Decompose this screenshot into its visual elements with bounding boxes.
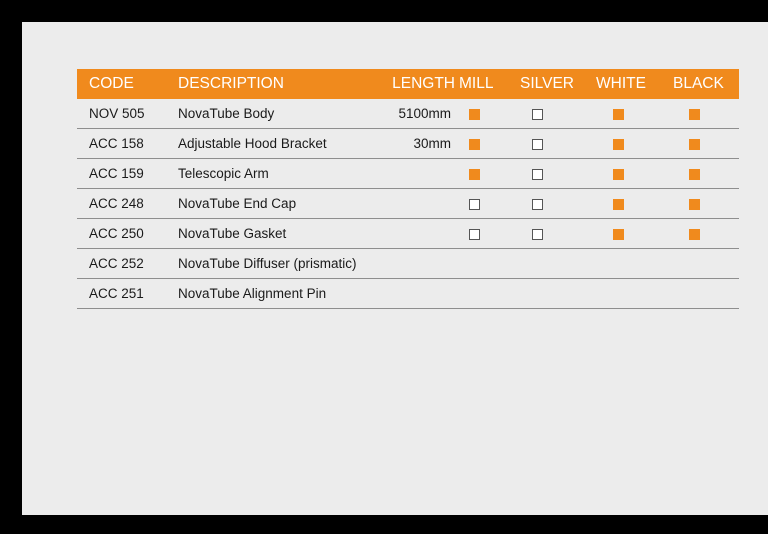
cell-description: Telescopic Arm [178, 158, 373, 189]
table-row: NOV 505 NovaTube Body 5100mm [77, 99, 739, 129]
available-square-icon [689, 198, 700, 210]
cell-length [373, 278, 457, 309]
cell-black [666, 188, 739, 219]
cell-white [592, 218, 666, 249]
table-row: ACC 159 Telescopic Arm [77, 158, 739, 189]
available-square-icon [469, 108, 480, 120]
header-black: BLACK [666, 69, 739, 99]
cell-description: NovaTube Alignment Pin [178, 278, 373, 309]
cell-length [373, 188, 457, 219]
header-description: DESCRIPTION [178, 69, 373, 99]
header-length: LENGTH [373, 69, 457, 99]
document-panel: CODE DESCRIPTION LENGTH MILL SILVER WHIT… [22, 22, 768, 515]
available-square-icon [613, 228, 624, 240]
table-header-row: CODE DESCRIPTION LENGTH MILL SILVER WHIT… [77, 69, 739, 99]
cell-silver [514, 248, 592, 279]
cell-silver [514, 188, 592, 219]
cell-white [592, 278, 666, 309]
available-square-icon [689, 138, 700, 150]
available-square-icon [613, 168, 624, 180]
product-spec-table: CODE DESCRIPTION LENGTH MILL SILVER WHIT… [77, 69, 739, 309]
unavailable-square-icon [532, 198, 543, 210]
cell-description: NovaTube End Cap [178, 188, 373, 219]
cell-code: ACC 159 [77, 158, 178, 189]
cell-code: ACC 250 [77, 218, 178, 249]
cell-silver [514, 278, 592, 309]
unavailable-square-icon [532, 168, 543, 180]
unavailable-square-icon [469, 198, 480, 210]
available-square-icon [689, 108, 700, 120]
cell-black [666, 158, 739, 189]
cell-length [373, 158, 457, 189]
cell-code: ACC 252 [77, 248, 178, 279]
cell-white [592, 158, 666, 189]
cell-description: NovaTube Diffuser (prismatic) [178, 248, 373, 279]
cell-mill [457, 188, 514, 219]
unavailable-square-icon [532, 108, 543, 120]
cell-white [592, 248, 666, 279]
cell-mill [457, 158, 514, 189]
cell-silver [514, 128, 592, 159]
cell-silver [514, 158, 592, 189]
cell-length [373, 218, 457, 249]
header-mill: MILL [457, 69, 514, 99]
table-row: ACC 252 NovaTube Diffuser (prismatic) [77, 248, 739, 279]
unavailable-square-icon [532, 228, 543, 240]
unavailable-square-icon [532, 138, 543, 150]
cell-black [666, 99, 739, 129]
cell-mill [457, 218, 514, 249]
header-white: WHITE [592, 69, 666, 99]
cell-mill [457, 278, 514, 309]
cell-black [666, 128, 739, 159]
cell-length [373, 248, 457, 279]
cell-description: Adjustable Hood Bracket [178, 128, 373, 159]
table-row: ACC 250 NovaTube Gasket [77, 218, 739, 249]
available-square-icon [613, 138, 624, 150]
table-body: NOV 505 NovaTube Body 5100mm ACC 158 Adjusta… [77, 99, 739, 309]
cell-black [666, 278, 739, 309]
cell-silver [514, 99, 592, 129]
cell-length: 30mm [373, 128, 457, 159]
cell-mill [457, 128, 514, 159]
available-square-icon [613, 108, 624, 120]
table-row: ACC 158 Adjustable Hood Bracket 30mm [77, 128, 739, 159]
cell-length: 5100mm [373, 99, 457, 129]
cell-white [592, 128, 666, 159]
cell-white [592, 99, 666, 129]
unavailable-square-icon [469, 228, 480, 240]
available-square-icon [469, 138, 480, 150]
cell-silver [514, 218, 592, 249]
cell-mill [457, 99, 514, 129]
available-square-icon [689, 168, 700, 180]
header-silver: SILVER [514, 69, 592, 99]
cell-code: NOV 505 [77, 99, 178, 129]
header-code: CODE [77, 69, 178, 99]
cell-white [592, 188, 666, 219]
cell-description: NovaTube Body [178, 99, 373, 129]
available-square-icon [469, 168, 480, 180]
cell-mill [457, 248, 514, 279]
available-square-icon [689, 228, 700, 240]
cell-code: ACC 251 [77, 278, 178, 309]
cell-code: ACC 248 [77, 188, 178, 219]
table-row: ACC 251 NovaTube Alignment Pin [77, 278, 739, 309]
cell-black [666, 248, 739, 279]
cell-description: NovaTube Gasket [178, 218, 373, 249]
table-row: ACC 248 NovaTube End Cap [77, 188, 739, 219]
cell-black [666, 218, 739, 249]
available-square-icon [613, 198, 624, 210]
cell-code: ACC 158 [77, 128, 178, 159]
